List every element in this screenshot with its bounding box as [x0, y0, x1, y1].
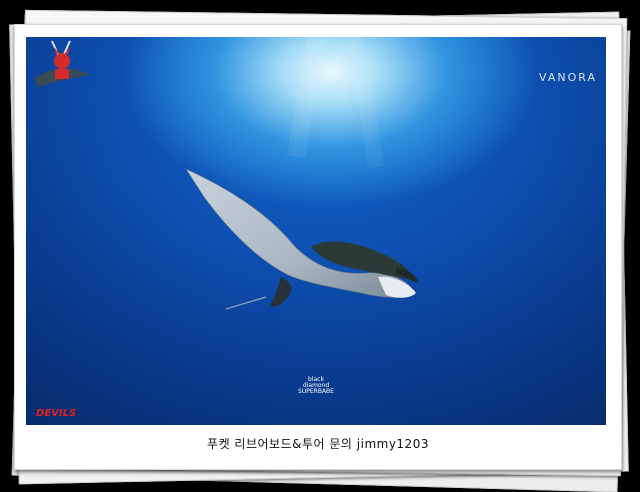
vanora-logo-text: VANORA [539, 71, 597, 84]
devils-mascot-icon [34, 47, 90, 87]
black-diamond-logo: black diamond SUPERBABE [296, 377, 336, 395]
photo-caption: 푸켓 리브어보드&투어 문의 jimmy1203 [207, 437, 429, 451]
photo-frame: VANORA black diamond SUPERBABE DEVILS 푸켓… [14, 24, 622, 470]
manta-ray-photo: VANORA black diamond SUPERBABE DEVILS [26, 37, 606, 425]
manta-ray-illustration [185, 37, 418, 310]
devils-logo-text: DEVILS [36, 408, 77, 419]
dive-logo-line3: SUPERBABE [298, 388, 334, 395]
